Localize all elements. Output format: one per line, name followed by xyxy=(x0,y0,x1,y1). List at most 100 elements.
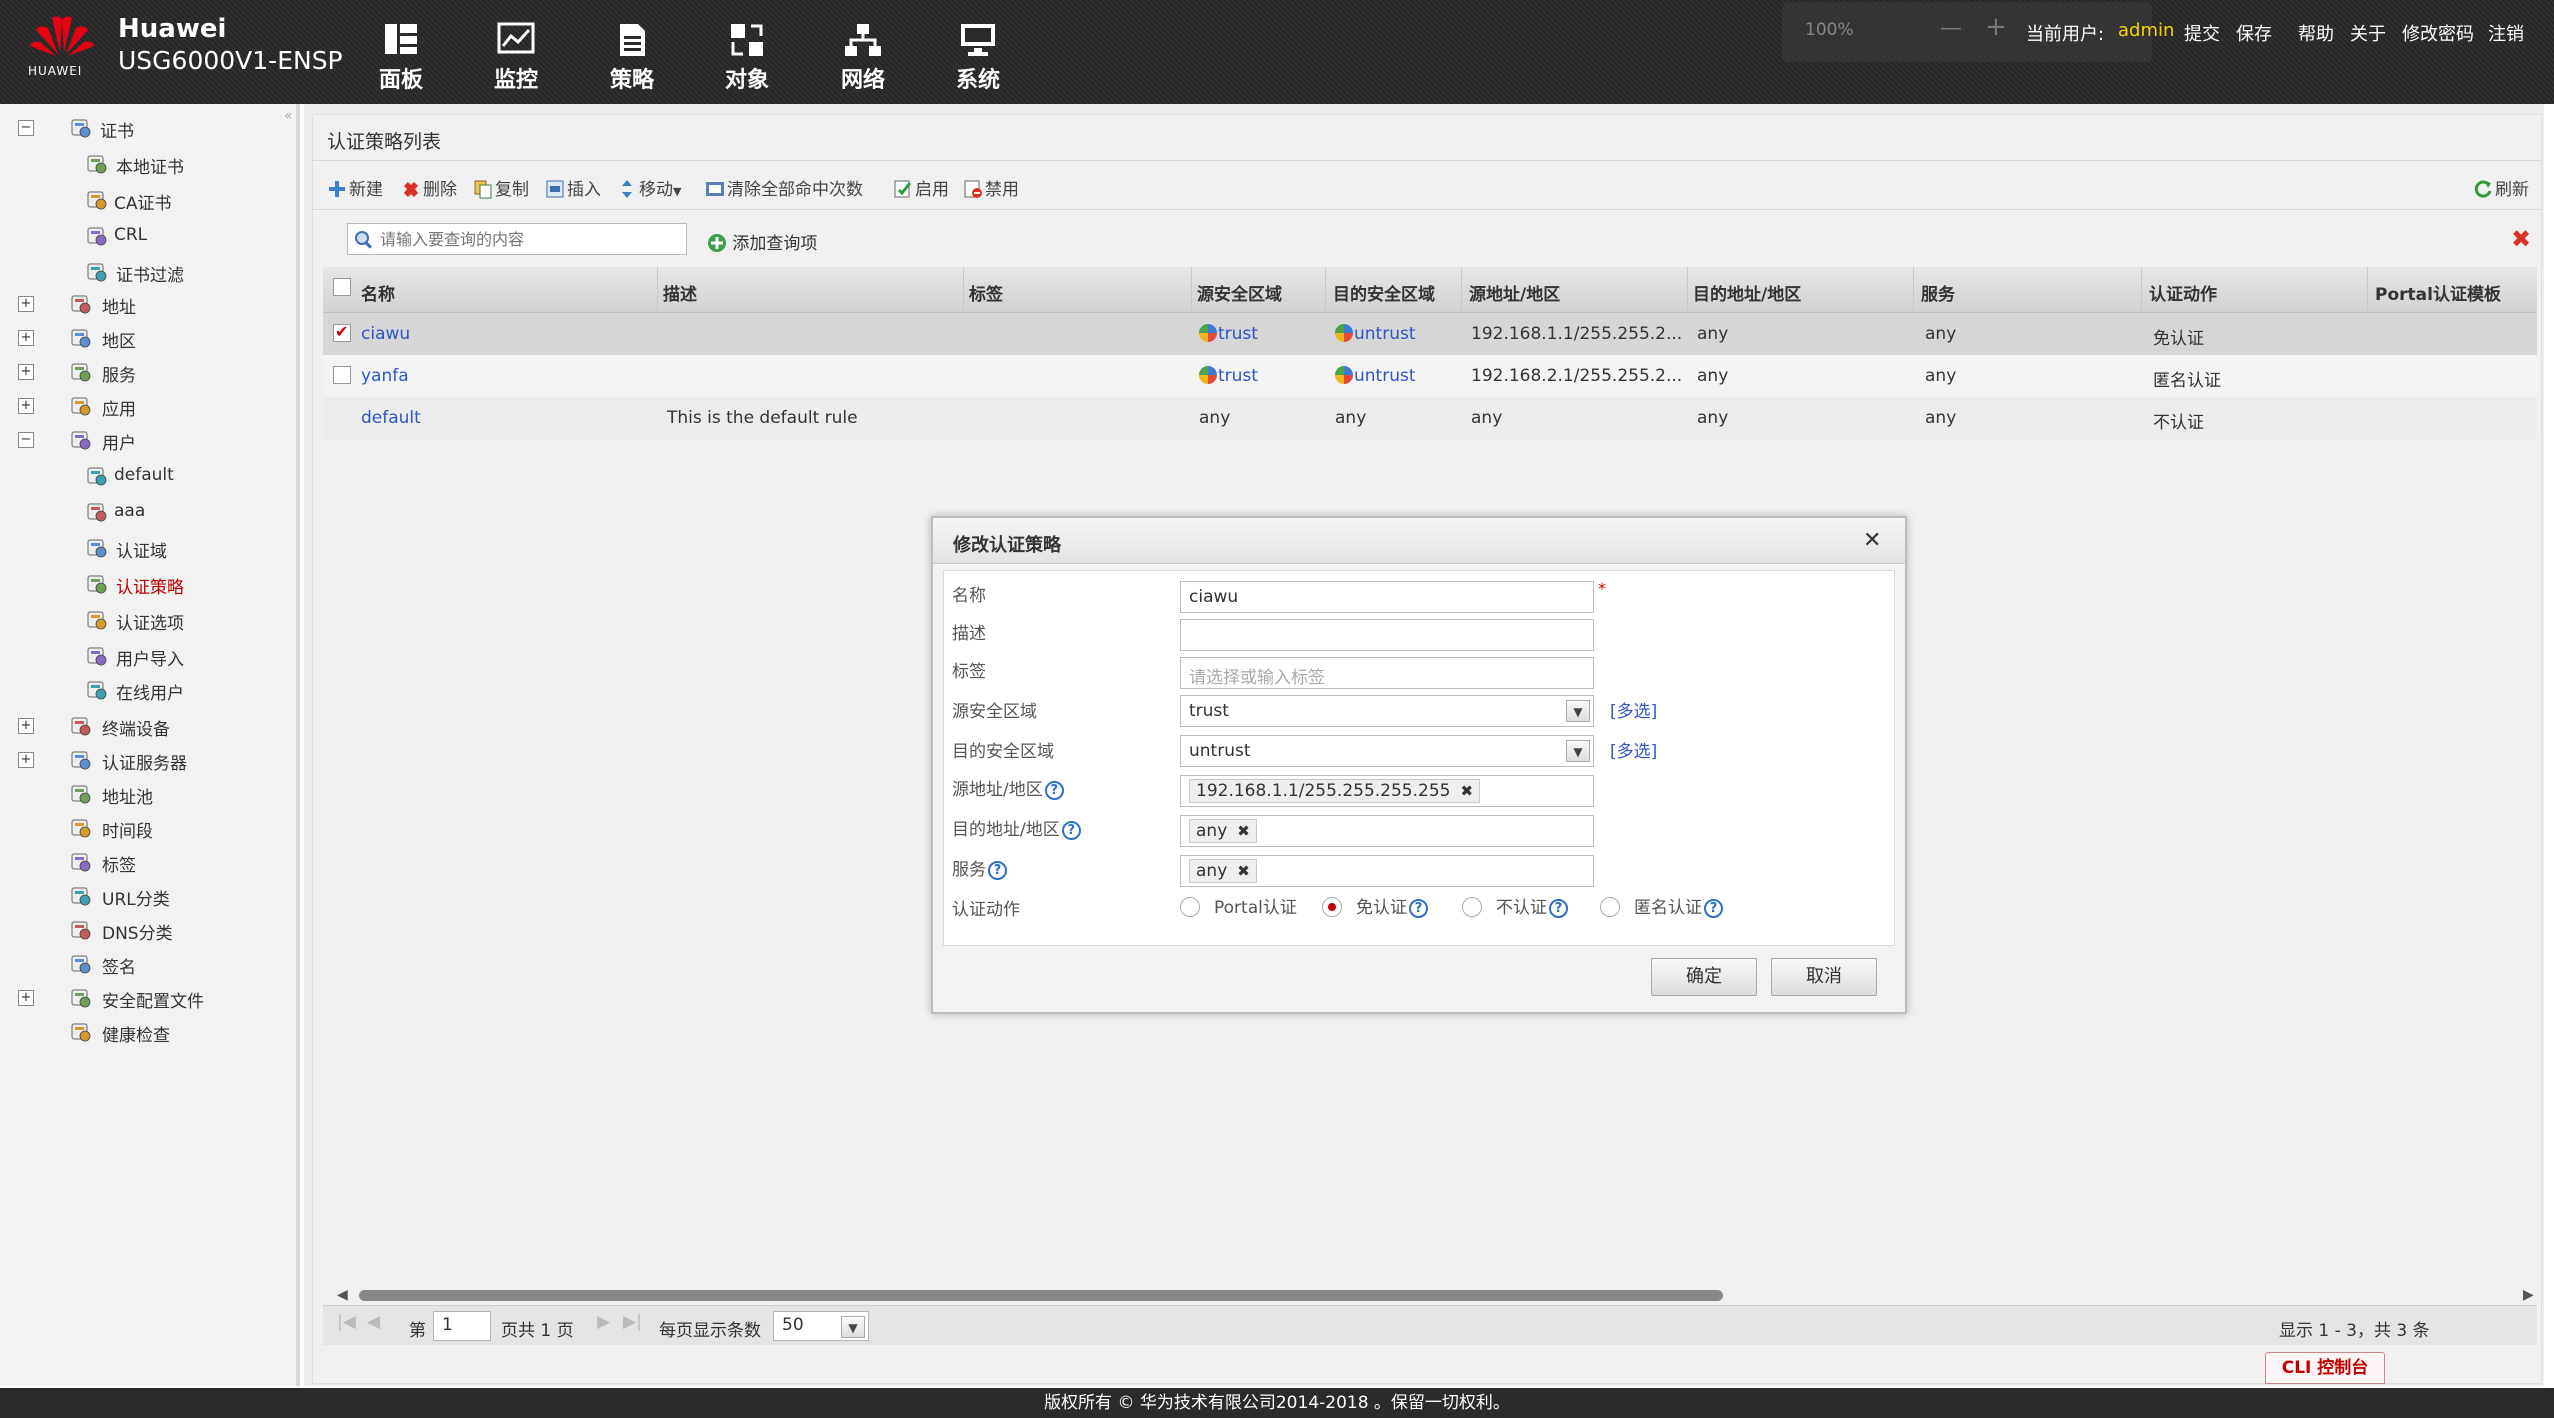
row-checkbox[interactable] xyxy=(333,322,351,342)
sidebar-item[interactable]: − 证书 xyxy=(18,114,288,144)
col-name[interactable]: 名称 xyxy=(361,280,395,305)
dst-zone-select[interactable]: untrust ▼ xyxy=(1180,735,1594,767)
nav-monitor[interactable]: 监控 xyxy=(471,22,561,94)
insert-button[interactable]: 插入 xyxy=(545,175,601,200)
expand-icon[interactable]: + xyxy=(18,330,34,346)
nav-network[interactable]: 网络 xyxy=(818,22,908,94)
nav-system[interactable]: 系统 xyxy=(933,22,1023,94)
cancel-button[interactable]: 取消 xyxy=(1771,958,1877,996)
help-icon[interactable]: ? xyxy=(1549,899,1568,918)
prev-page-icon[interactable]: ◀ xyxy=(367,1312,380,1332)
sidebar-item[interactable]: 时间段 xyxy=(18,814,288,844)
enable-button[interactable]: 启用 xyxy=(893,175,949,200)
help-icon[interactable]: ? xyxy=(1044,781,1064,800)
sidebar-item[interactable]: + 应用 xyxy=(18,392,288,422)
sidebar-item[interactable]: − 用户 xyxy=(18,426,288,456)
search-input[interactable] xyxy=(378,228,678,250)
col-auth-action[interactable]: 认证动作 xyxy=(2149,280,2217,305)
collapse-icon[interactable]: − xyxy=(18,120,34,136)
col-desc[interactable]: 描述 xyxy=(663,280,697,305)
name-field[interactable]: ciawu xyxy=(1180,581,1594,613)
sidebar-item[interactable]: 地址池 xyxy=(18,780,288,810)
col-portal-template[interactable]: Portal认证模板 xyxy=(2375,280,2501,305)
sidebar-item[interactable]: CRL xyxy=(18,222,288,252)
last-page-icon[interactable]: ▶| xyxy=(623,1312,642,1332)
zoom-in-icon[interactable]: + xyxy=(1985,12,2007,42)
help-icon[interactable]: ? xyxy=(1061,821,1081,840)
sidebar-item[interactable]: + 安全配置文件 xyxy=(18,984,288,1014)
dst-addr-field[interactable]: any ✖ xyxy=(1180,815,1594,847)
refresh-button[interactable]: 刷新 xyxy=(2473,175,2529,200)
sidebar-item[interactable]: 健康检查 xyxy=(18,1018,288,1048)
scroll-right-icon[interactable]: ▶ xyxy=(2523,1287,2534,1303)
page-number-input[interactable]: 1 xyxy=(433,1311,491,1341)
sidebar-item[interactable]: + 服务 xyxy=(18,358,288,388)
help-link[interactable]: 帮助 xyxy=(2298,20,2334,46)
src-zone-select[interactable]: trust ▼ xyxy=(1180,695,1594,727)
sidebar-item[interactable]: 签名 xyxy=(18,950,288,980)
logout-link[interactable]: 注销 xyxy=(2488,20,2524,46)
tag-field[interactable]: 请选择或输入标签 xyxy=(1180,657,1594,689)
expand-icon[interactable]: + xyxy=(18,364,34,380)
table-row[interactable]: default This is the default rule any any any… xyxy=(323,397,2537,439)
zoom-out-icon[interactable]: — xyxy=(1940,16,1962,41)
row-checkbox[interactable] xyxy=(333,366,351,384)
add-filter-button[interactable]: 添加查询项 xyxy=(707,229,817,254)
ok-button[interactable]: 确定 xyxy=(1651,958,1757,996)
sidebar-item[interactable]: 认证域 xyxy=(18,534,288,564)
expand-icon[interactable]: + xyxy=(18,296,34,312)
close-search-icon[interactable]: ✖ xyxy=(2511,225,2531,253)
cell-name[interactable]: default xyxy=(361,408,421,428)
expand-icon[interactable]: + xyxy=(18,398,34,414)
new-button[interactable]: 新建 xyxy=(327,175,383,200)
sidebar-item[interactable]: + 认证服务器 xyxy=(18,746,288,776)
remove-tag-icon[interactable]: ✖ xyxy=(1237,822,1250,840)
move-button[interactable]: 移动▼ xyxy=(617,175,681,200)
remove-tag-icon[interactable]: ✖ xyxy=(1460,782,1473,800)
remove-tag-icon[interactable]: ✖ xyxy=(1237,862,1250,880)
expand-icon[interactable]: + xyxy=(18,718,34,734)
radio-no-auth[interactable]: 免认证? xyxy=(1322,893,1428,918)
about-link[interactable]: 关于 xyxy=(2350,20,2386,46)
first-page-icon[interactable]: |◀ xyxy=(337,1312,356,1332)
next-page-icon[interactable]: ▶ xyxy=(597,1312,610,1332)
scroll-left-icon[interactable]: ◀ xyxy=(337,1287,348,1303)
scrollbar-thumb[interactable] xyxy=(359,1290,1723,1301)
commit-link[interactable]: 提交 xyxy=(2184,20,2220,46)
help-icon[interactable]: ? xyxy=(1704,899,1723,918)
sidebar-item[interactable]: 本地证书 xyxy=(18,150,288,180)
table-row[interactable]: ciawu trust untrust 192.168.1.1/255.255.2..… xyxy=(323,313,2537,355)
select-all-checkbox[interactable] xyxy=(333,278,351,296)
col-src-addr[interactable]: 源地址/地区 xyxy=(1469,280,1560,305)
sidebar-item[interactable]: 在线用户 xyxy=(18,676,288,706)
nav-policy[interactable]: 策略 xyxy=(587,22,677,94)
radio-none[interactable]: 不认证? xyxy=(1462,893,1568,918)
src-addr-field[interactable]: 192.168.1.1/255.255.255.255 ✖ xyxy=(1180,775,1594,807)
cli-console-button[interactable]: CLI 控制台 xyxy=(2265,1352,2385,1384)
delete-button[interactable]: 删除 xyxy=(401,175,457,200)
expand-icon[interactable]: + xyxy=(18,990,34,1006)
disable-button[interactable]: 禁用 xyxy=(963,175,1019,200)
src-zone-multi-link[interactable]: [多选] xyxy=(1610,697,1657,722)
horizontal-scrollbar[interactable]: ◀ ▶ xyxy=(337,1287,2537,1303)
change-password-link[interactable]: 修改密码 xyxy=(2402,20,2474,46)
per-page-select[interactable]: 50 ▼ xyxy=(773,1311,869,1341)
save-link[interactable]: 保存 xyxy=(2236,20,2272,46)
nav-dashboard[interactable]: 面板 xyxy=(356,22,446,94)
service-field[interactable]: any ✖ xyxy=(1180,855,1594,887)
cell-name[interactable]: yanfa xyxy=(361,366,409,386)
copy-button[interactable]: 复制 xyxy=(473,175,529,200)
close-icon[interactable]: ✕ xyxy=(1863,528,1881,553)
col-tag[interactable]: 标签 xyxy=(969,280,1003,305)
sidebar-item[interactable]: URL分类 xyxy=(18,882,288,912)
expand-icon[interactable]: + xyxy=(18,752,34,768)
search-box[interactable] xyxy=(347,223,687,255)
sidebar-item[interactable]: + 地区 xyxy=(18,324,288,354)
nav-object[interactable]: 对象 xyxy=(702,22,792,94)
sidebar-item[interactable]: 认证选项 xyxy=(18,606,288,636)
sidebar-item[interactable]: + 地址 xyxy=(18,290,288,320)
col-src-zone[interactable]: 源安全区域 xyxy=(1197,280,1282,305)
sidebar-item[interactable]: CA证书 xyxy=(18,186,288,216)
sidebar-item[interactable]: 标签 xyxy=(18,848,288,878)
collapse-icon[interactable]: − xyxy=(18,432,34,448)
